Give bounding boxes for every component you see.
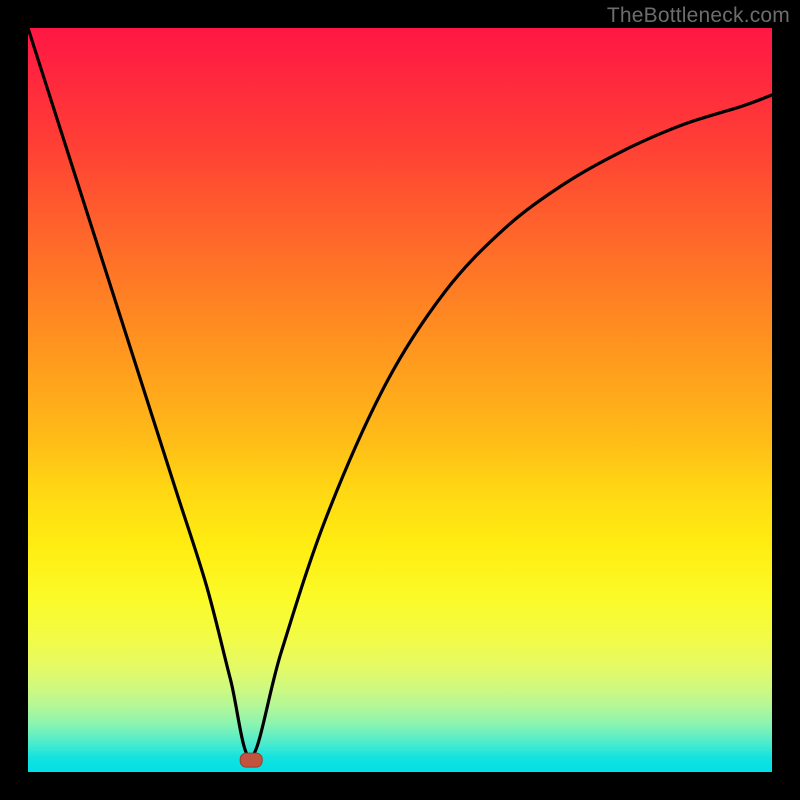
bottleneck-curve-path	[28, 28, 772, 757]
curve-layer	[28, 28, 772, 772]
minimum-marker	[240, 753, 262, 767]
watermark-text: TheBottleneck.com	[607, 4, 790, 28]
chart-frame: TheBottleneck.com	[0, 0, 800, 800]
plot-area	[28, 28, 772, 772]
